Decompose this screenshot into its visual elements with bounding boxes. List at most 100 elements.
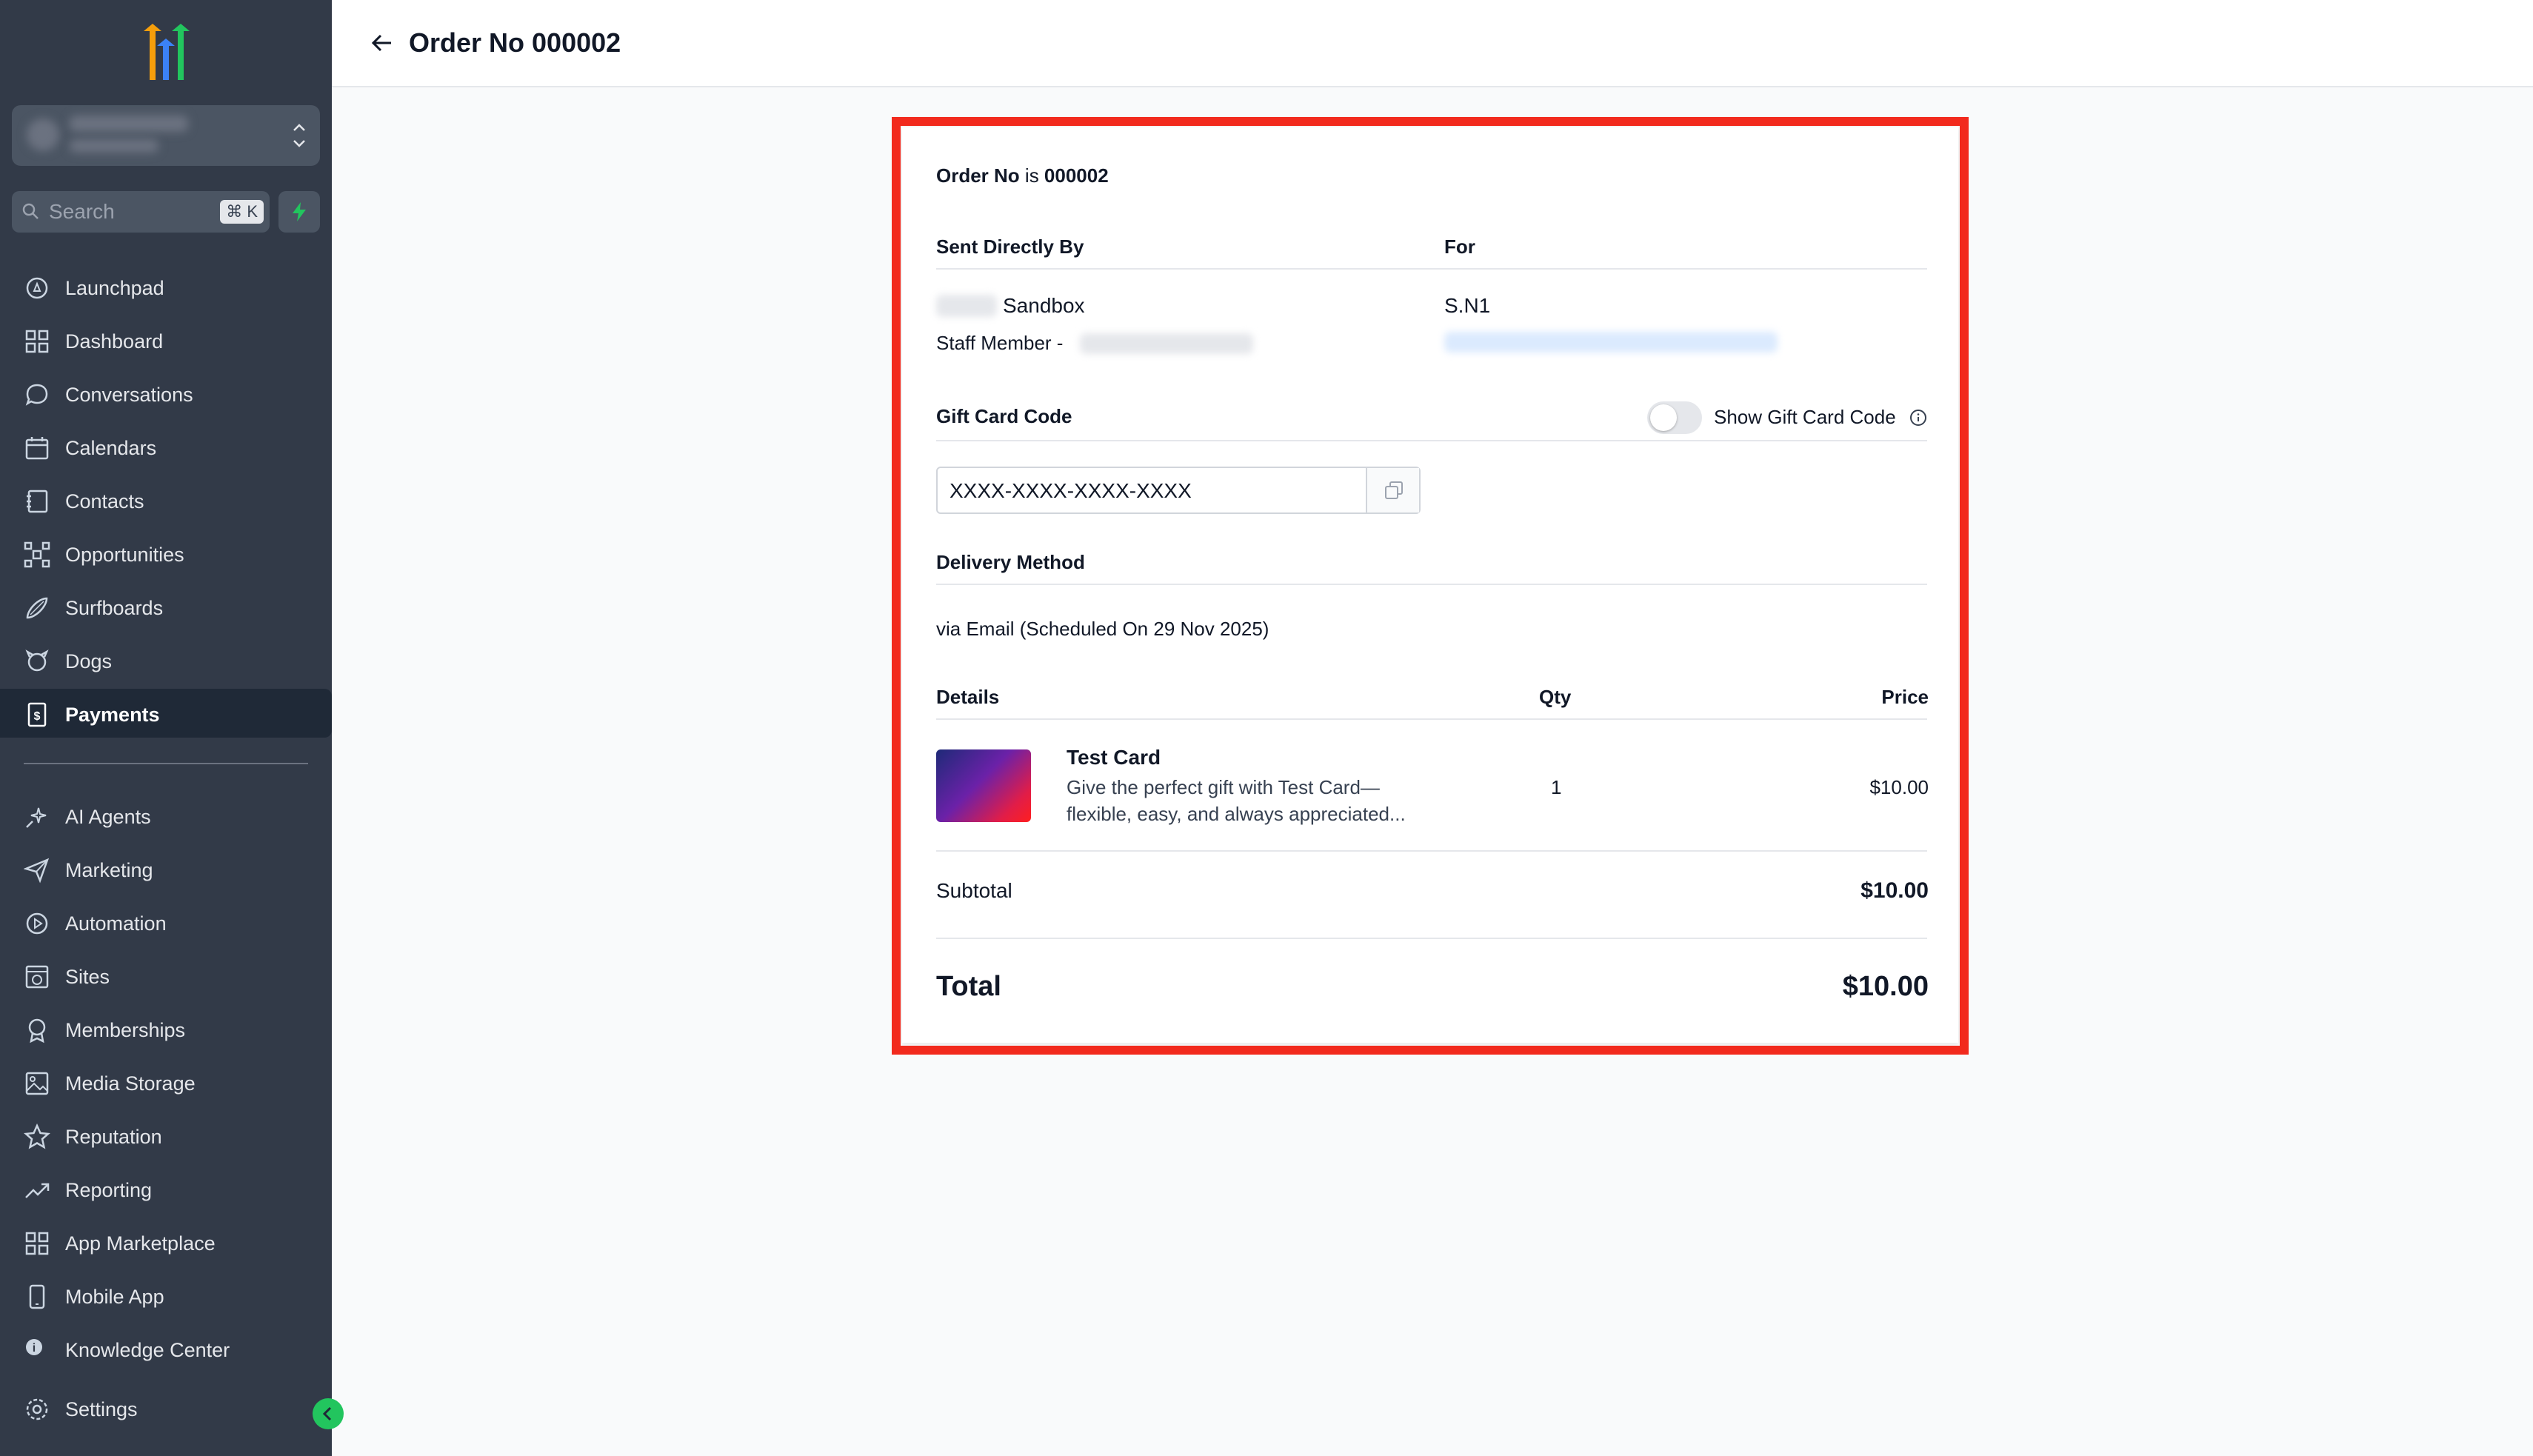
globe-window-icon (25, 965, 49, 989)
award-icon (28, 1018, 46, 1043)
svg-text:i: i (33, 1342, 36, 1355)
sidebar-item-dashboard[interactable]: Dashboard (0, 315, 332, 364)
sidebar-item-opportunities[interactable]: Opportunities (0, 529, 332, 578)
sidebar-divider (24, 763, 308, 764)
sidebar-item-label: Surfboards (65, 597, 164, 619)
account-location-blurred (70, 139, 158, 153)
sidebar-item-dogs[interactable]: Dogs (0, 635, 332, 684)
staff-member-name-blurred (1080, 333, 1253, 354)
contacts-icon (27, 490, 48, 513)
sender-name: Sandbox (1003, 294, 1085, 317)
toggle-knob (1650, 404, 1677, 431)
gift-card-code-label: Gift Card Code (936, 405, 1072, 427)
send-icon (24, 858, 50, 884)
sidebar-item-label: Reporting (65, 1179, 153, 1201)
table-divider (936, 850, 1927, 852)
star-icon (24, 1123, 50, 1149)
sidebar-item-media-storage[interactable]: Media Storage (0, 1058, 332, 1106)
show-gift-card-code-label: Show Gift Card Code (1714, 406, 1896, 428)
back-arrow-icon[interactable] (367, 28, 397, 58)
show-gift-card-code-toggle[interactable] (1647, 401, 1702, 434)
sent-by-label: Sent Directly By (936, 236, 1084, 258)
brand-logo-icon[interactable] (135, 24, 197, 80)
phone-icon (29, 1284, 45, 1309)
section-divider (936, 268, 1927, 270)
price-column-header: Price (1881, 686, 1929, 708)
gift-card-thumbnail (936, 749, 1031, 822)
sidebar-item-contacts[interactable]: Contacts (0, 475, 332, 524)
receipt-icon: $ (27, 702, 47, 727)
calendar-icon (25, 437, 49, 460)
sidebar-item-label: Launchpad (65, 277, 164, 299)
order-number-line: Order No is 000002 (936, 163, 1109, 188)
sidebar-item-marketing[interactable]: Marketing (0, 844, 332, 893)
item-description-line2: flexible, easy, and always appreciated..… (1067, 803, 1406, 825)
grid-icon (25, 330, 49, 353)
info-icon[interactable] (1909, 409, 1927, 427)
collapse-sidebar-button[interactable] (313, 1398, 344, 1429)
lightning-icon (293, 202, 306, 221)
chat-icon (25, 384, 48, 406)
sidebar-item-label: Dogs (65, 650, 113, 672)
sidebar-item-label: Contacts (65, 490, 144, 512)
gift-card-code-value: XXXX-XXXX-XXXX-XXXX (950, 479, 1192, 502)
page-header: Order No 000002 (332, 0, 2533, 87)
sidebar-item-label: Conversations (65, 384, 193, 406)
sidebar-item-label: Memberships (65, 1019, 186, 1041)
sidebar-item-reporting[interactable]: Reporting (0, 1164, 332, 1213)
apps-icon (25, 1232, 49, 1255)
subtotal-value: $10.00 (1860, 878, 1929, 903)
order-number-value: 000002 (1044, 164, 1109, 187)
sidebar-item-launchpad[interactable]: Launchpad (0, 262, 332, 311)
copy-icon (1385, 481, 1403, 499)
total-label: Total (936, 971, 1001, 1002)
sidebar-item-label: Media Storage (65, 1072, 196, 1095)
search-icon (22, 203, 39, 219)
info-circle-icon: i (26, 1339, 42, 1355)
sidebar-item-label: Reputation (65, 1126, 162, 1148)
sidebar-item-payments[interactable]: $ Payments (0, 689, 332, 738)
account-switcher[interactable] (12, 105, 320, 166)
sidebar-item-label: Calendars (65, 437, 157, 459)
search-placeholder: Search (49, 200, 115, 223)
sidebar-item-calendars[interactable]: Calendars (0, 422, 332, 471)
sender-prefix-blurred (936, 295, 997, 317)
sidebar-item-label: Settings (65, 1398, 138, 1420)
sidebar-item-reputation[interactable]: Reputation (0, 1111, 332, 1160)
sidebar-item-label: Mobile App (65, 1286, 164, 1308)
sidebar: Search ⌘ K Launchpad Dashboard Conversat… (0, 0, 332, 1456)
quick-actions-button[interactable] (278, 191, 320, 233)
gear-icon (26, 1398, 48, 1420)
total-value: $10.00 (1842, 971, 1929, 1002)
item-name: Test Card (1067, 746, 1161, 769)
sidebar-item-label: Dashboard (65, 330, 164, 353)
item-description-line1: Give the perfect gift with Test Card— (1067, 776, 1380, 798)
sidebar-item-settings[interactable]: Settings (0, 1383, 332, 1432)
sidebar-item-app-marketplace[interactable]: App Marketplace (0, 1218, 332, 1266)
table-header-divider (936, 718, 1927, 720)
sidebar-item-sites[interactable]: Sites (0, 951, 332, 1000)
gift-card-code-field[interactable]: XXXX-XXXX-XXXX-XXXX (936, 467, 1421, 514)
chevron-updown-icon (293, 124, 305, 147)
for-label: For (1444, 236, 1475, 258)
sidebar-item-mobile-app[interactable]: Mobile App (0, 1271, 332, 1320)
sidebar-item-ai-agents[interactable]: AI Agents (0, 791, 332, 840)
chevron-left-icon (322, 1406, 332, 1421)
item-qty: 1 (1551, 776, 1562, 798)
svg-text:$: $ (34, 710, 41, 723)
order-number-connector: is (1019, 164, 1044, 187)
automation-icon (26, 912, 48, 935)
sidebar-item-surfboards[interactable]: Surfboards (0, 582, 332, 631)
details-column-header: Details (936, 686, 1000, 708)
sidebar-item-conversations[interactable]: Conversations (0, 369, 332, 418)
sidebar-item-label: App Marketplace (65, 1232, 216, 1255)
search-shortcut-badge: ⌘ K (220, 200, 264, 224)
copy-code-button[interactable] (1366, 468, 1419, 512)
rocket-icon (26, 277, 48, 299)
sidebar-item-automation[interactable]: Automation (0, 898, 332, 946)
sidebar-item-memberships[interactable]: Memberships (0, 1004, 332, 1053)
search-input[interactable]: Search ⌘ K (12, 191, 270, 233)
sidebar-item-label: AI Agents (65, 806, 151, 828)
sidebar-item-knowledge-center[interactable]: i Knowledge Center (0, 1324, 332, 1373)
qty-column-header: Qty (1539, 686, 1572, 708)
